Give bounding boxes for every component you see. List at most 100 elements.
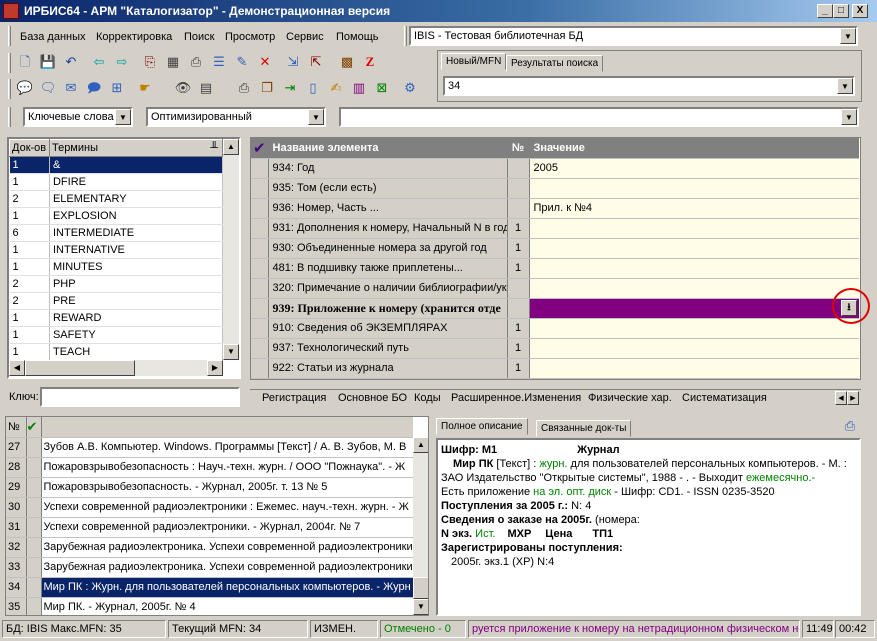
chart-icon[interactable]: ▥ [349,78,369,98]
tab-new-mfn[interactable]: Новый/MFN [441,53,507,70]
mail-icon[interactable]: ✉ [61,78,81,98]
record-row[interactable]: 27 Зубов А.В. Компьютер. Windows. Програм… [6,437,413,458]
toolbar-grip[interactable] [8,79,11,99]
previous-record-icon[interactable]: ⇦ [89,52,109,72]
record-mark[interactable] [26,557,42,578]
record-row[interactable]: 30 Успехи современной радиоэлектроники : … [6,497,413,518]
next-record-icon[interactable]: ⇨ [112,52,132,72]
printer-icon[interactable]: ⎙ [234,78,254,98]
terms-header-term[interactable]: Термины ╨ [48,139,224,157]
element-row[interactable]: 910: Сведения об ЭКЗЕМПЛЯРАХ 1 [251,318,859,339]
terms-row[interactable]: 1 MINUTES [9,258,224,276]
scroll-down-icon[interactable]: ▼ [413,599,428,615]
view-icon[interactable]: 👁 [173,78,193,98]
grid-header-name[interactable]: Название элемента [268,138,508,159]
delete-icon[interactable]: ✕ [255,52,275,72]
menu-service[interactable]: Сервис [286,31,324,43]
tab-full-description[interactable]: Полное описание [436,418,528,435]
terms-row[interactable]: 2 PHP [9,275,224,293]
terms-hscrollbar[interactable]: ◀ ▶ [9,360,223,376]
terms-header-count[interactable]: Док-ов [9,139,50,157]
maximize-button[interactable]: □ [833,4,849,18]
desc-link[interactable]: на эл. опт. диск [533,486,611,498]
z-icon[interactable]: Z [360,52,380,72]
desc-link[interactable]: ежемесячно.- [746,472,815,484]
scroll-right-icon[interactable]: ▶ [207,360,223,376]
desc-link[interactable]: журн. [539,458,567,470]
terms-row[interactable]: 1 DFIRE [9,173,224,191]
element-row[interactable]: 934: Год 2005 [251,158,859,179]
copy-record-icon[interactable]: ⎘ [140,52,160,72]
chevron-down-icon[interactable]: ▼ [840,28,856,44]
tab-registration[interactable]: Регистрация [262,392,326,404]
tab-systematization[interactable]: Систематизация [682,392,767,404]
grid-header-value[interactable]: Значение [529,138,859,159]
toolbar-grip[interactable] [8,53,11,73]
scroll-thumb[interactable] [413,577,428,599]
element-row[interactable]: 481: В подшивку также приплетены... 1 [251,258,859,279]
record-mark[interactable] [26,477,42,498]
comment-search-icon[interactable]: 🗩 [84,78,104,98]
terms-row[interactable]: 1 EXPLOSION [9,207,224,225]
chevron-down-icon[interactable]: ▼ [115,109,131,125]
element-row[interactable]: 931: Дополнения к номеру, Начальный N в … [251,218,859,239]
folder-icon[interactable]: ▤ [196,78,216,98]
element-row[interactable]: 930: Объединенные номера за другой год 1 [251,238,859,259]
print-icon[interactable]: ⎙ [186,52,206,72]
scroll-down-icon[interactable]: ▼ [223,344,239,360]
tab-main-bo[interactable]: Основное БО [338,392,407,404]
record-row[interactable]: 33 Зарубежная радиоэлектроника. Успехи со… [6,557,413,578]
record-row[interactable]: 28 Пожаровзрывобезопасность : Науч.-техн.… [6,457,413,478]
list-icon[interactable]: ☰ [209,52,229,72]
record-mark[interactable] [26,497,42,518]
tab-search-results[interactable]: Результаты поиска [506,55,604,72]
hand-icon[interactable]: ☛ [135,78,155,98]
export-doc-icon[interactable]: ⇥ [280,78,300,98]
check-icon[interactable]: ✔ [26,417,42,438]
scroll-left-icon[interactable]: ◀ [9,360,25,376]
terms-row[interactable]: 2 ELEMENTARY [9,190,224,208]
database-select[interactable]: IBIS - Тестовая библиотечная БД ▼ [409,26,858,46]
record-mark[interactable] [26,437,42,458]
comment-icon[interactable]: 💬 [15,78,35,98]
tab-extended[interactable]: Расширенное.Изменения [451,392,581,404]
page-icon[interactable]: ▯ [303,78,323,98]
element-row[interactable]: 939: Приложение к номеру (хранится отде [251,298,859,319]
grid-header-num[interactable]: № [507,138,530,159]
import-icon[interactable]: ⇱ [306,52,326,72]
tab-codes[interactable]: Коды [414,392,441,404]
record-mark[interactable] [26,577,42,598]
element-row[interactable]: 936: Номер, Часть ... Прил. к №4 [251,198,859,219]
print-description-icon[interactable]: ⎙ [840,416,860,436]
element-value[interactable]: Прил. к №4 [529,198,859,219]
tab-linked-docs[interactable]: Связанные док-ты [536,420,632,437]
mfn-input[interactable]: 34 ▼ [443,76,855,96]
comment-edit-icon[interactable]: 🗨 [38,78,58,98]
element-value[interactable] [529,298,859,319]
menu-search[interactable]: Поиск [184,31,214,43]
element-value[interactable] [529,338,859,359]
terms-row[interactable]: 1 & [9,156,224,174]
search-query-input[interactable]: ▼ [339,107,859,127]
terms-row[interactable]: 1 INTERNATIVE [9,241,224,259]
tab-physical[interactable]: Физические хар. [588,392,672,404]
record-mark[interactable] [26,597,42,615]
record-mark[interactable] [26,537,42,558]
record-mark[interactable] [26,517,42,538]
record-row[interactable]: 31 Успехи современной радиоэлектроники. -… [6,517,413,538]
terms-row[interactable]: 1 REWARD [9,309,224,327]
key-input[interactable] [40,387,240,407]
menu-edit[interactable]: Корректировка [96,31,172,43]
chevron-down-icon[interactable]: ▼ [308,109,324,125]
chevron-down-icon[interactable]: ▼ [841,109,857,125]
terms-row[interactable]: 1 TEACH [9,343,224,361]
terms-row[interactable]: 6 INTERMEDIATE [9,224,224,242]
terms-scrollbar[interactable]: ▲ ▼ [223,139,239,360]
minimize-button[interactable]: _ [817,4,833,18]
settings-icon[interactable]: ⚙ [400,78,420,98]
export-icon[interactable]: ⇲ [283,52,303,72]
records-header-title[interactable] [41,417,413,438]
search-mode-select[interactable]: Ключевые слова ▼ [23,107,133,127]
documents-icon[interactable]: ❐ [257,78,277,98]
undo-icon[interactable]: ↶ [61,52,81,72]
